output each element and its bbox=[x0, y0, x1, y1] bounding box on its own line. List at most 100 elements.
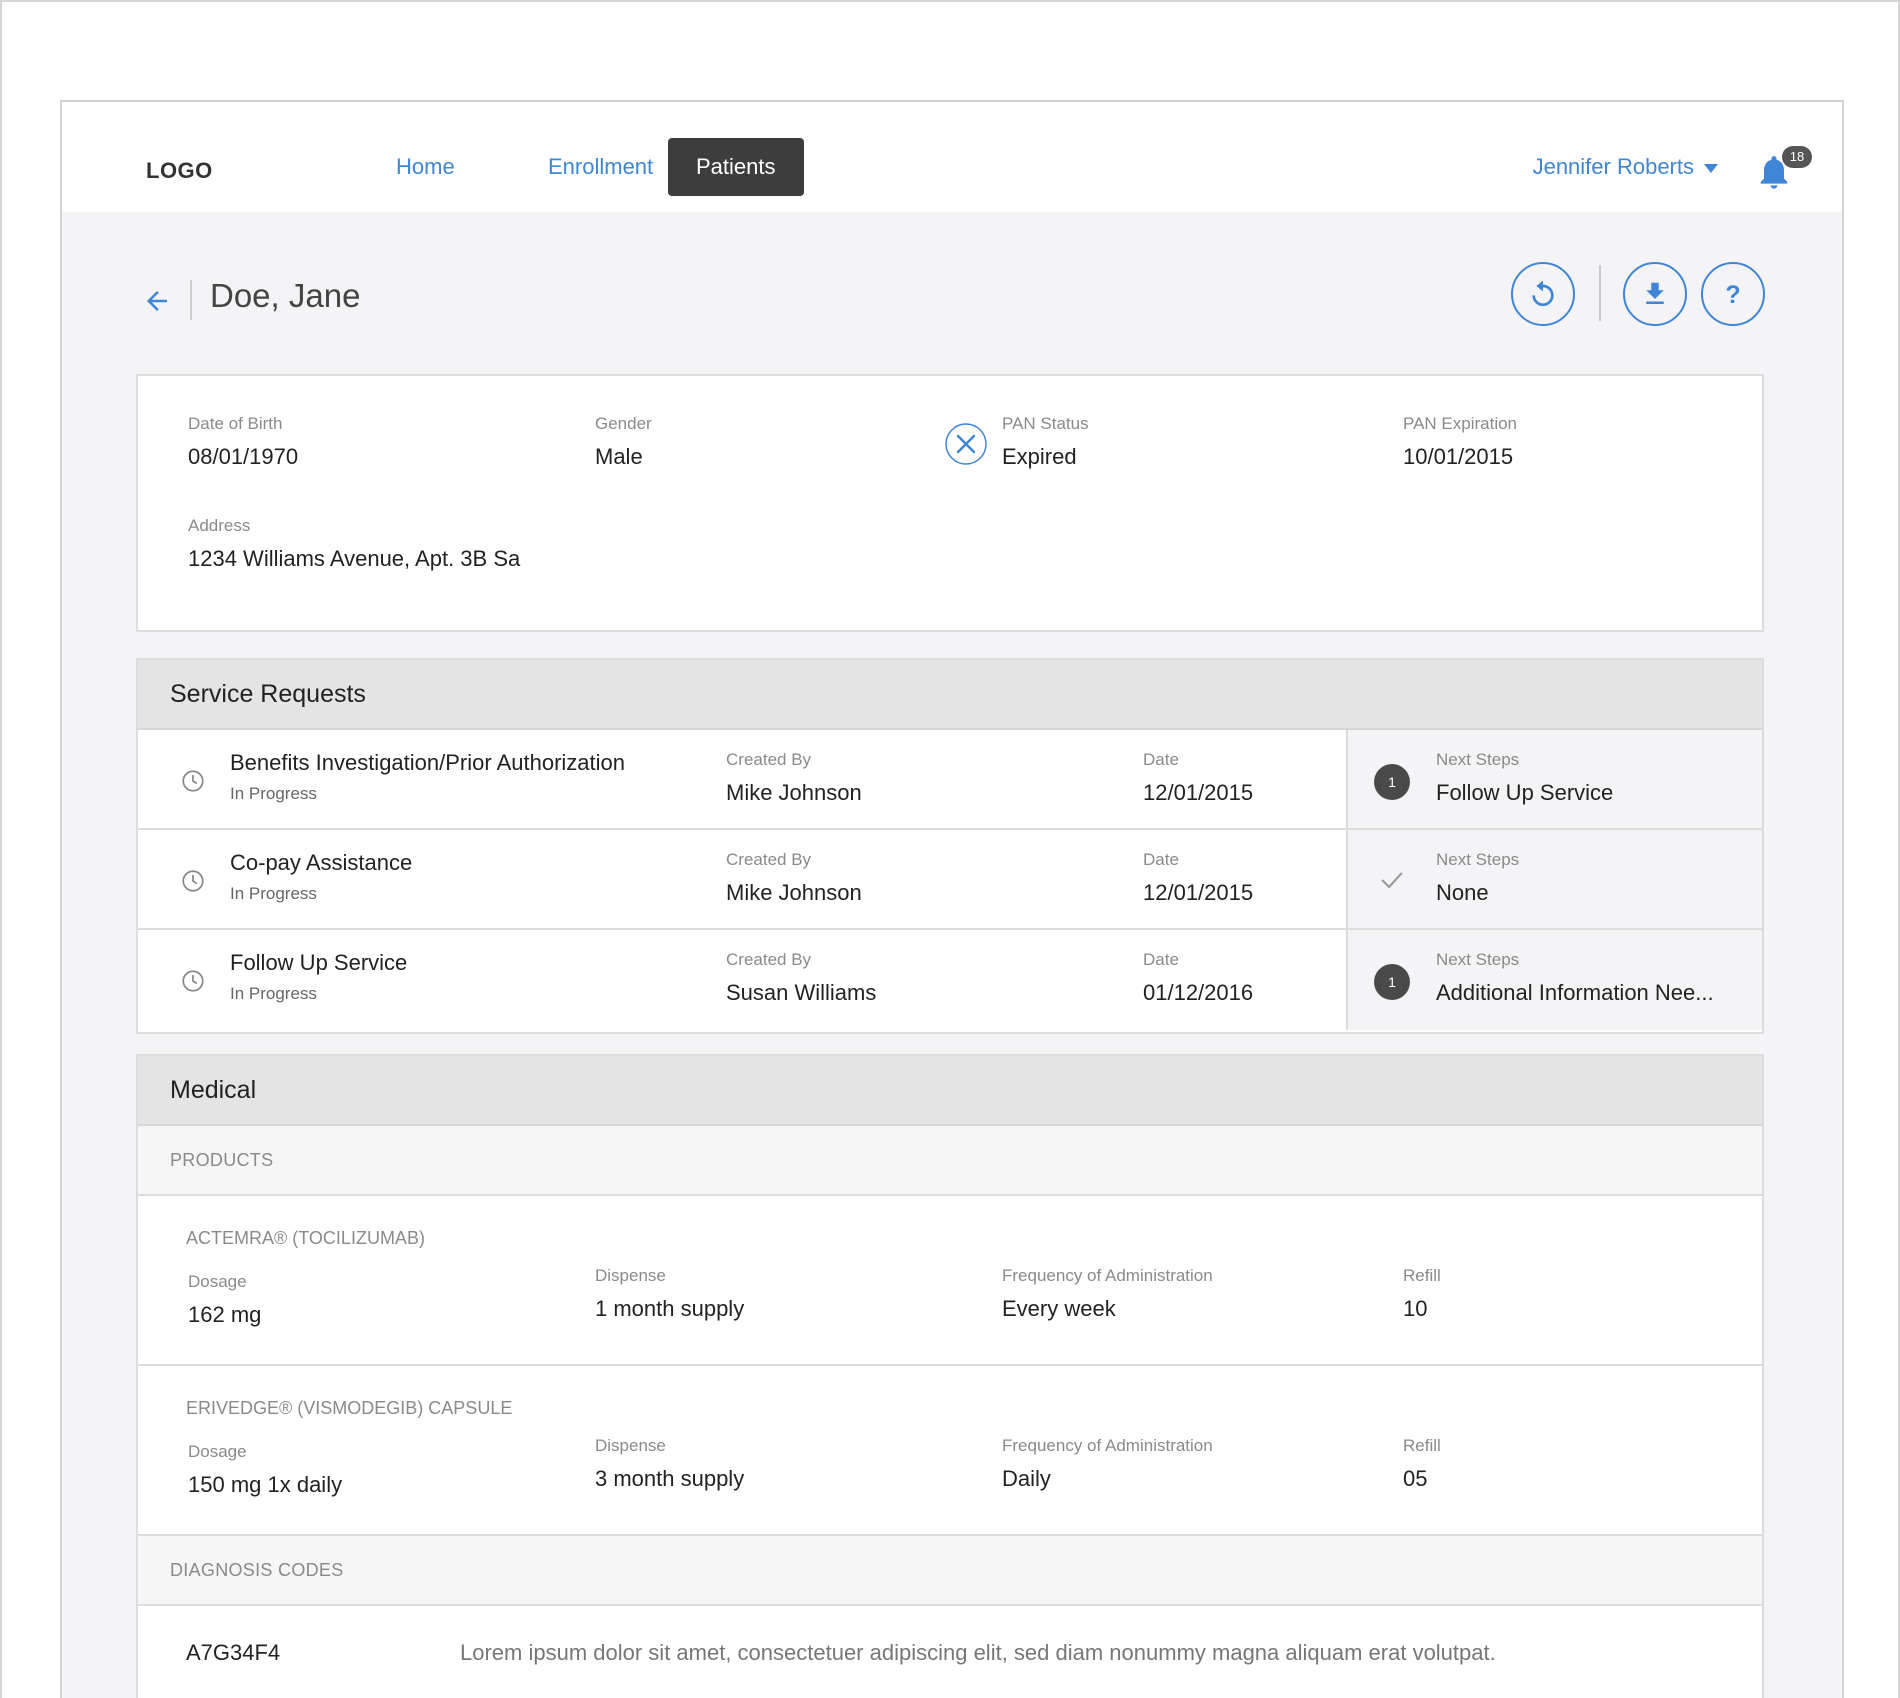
dob-label: Date of Birth bbox=[188, 414, 283, 433]
page-title: Doe, Jane bbox=[210, 277, 361, 314]
step-count-badge: 1 bbox=[1374, 964, 1410, 1000]
diagnosis-description: Lorem ipsum dolor sit amet, consectetuer… bbox=[460, 1640, 1496, 1665]
next-steps-cell[interactable]: 1 Next Steps Additional Information Nee.… bbox=[1346, 930, 1762, 1030]
dispense-value: 3 month supply bbox=[595, 1466, 745, 1491]
product-name: ERIVEDGE® (VISMODEGIB) CAPSULE bbox=[186, 1398, 513, 1418]
next-steps-value: Follow Up Service bbox=[1436, 780, 1614, 805]
created-by-value: Mike Johnson bbox=[726, 880, 862, 905]
toolbar-divider bbox=[1599, 265, 1601, 321]
clock-icon bbox=[182, 870, 204, 892]
clock-icon bbox=[182, 970, 204, 992]
notification-badge: 18 bbox=[1782, 146, 1812, 168]
top-header: LOGO Home Enrollment Patients Jennifer R… bbox=[62, 102, 1842, 212]
frequency-label: Frequency of Administration bbox=[1002, 1266, 1213, 1285]
created-by-label: Created By bbox=[726, 950, 812, 969]
diagnosis-code: A7G34F4 bbox=[186, 1640, 281, 1665]
request-title[interactable]: Benefits Investigation/Prior Authorizati… bbox=[230, 750, 625, 776]
nav-enrollment[interactable]: Enrollment bbox=[520, 138, 681, 196]
dispense-label: Dispense bbox=[595, 1266, 666, 1285]
title-divider bbox=[190, 280, 192, 320]
dispense-label: Dispense bbox=[595, 1436, 666, 1455]
next-steps-label: Next Steps bbox=[1436, 950, 1520, 969]
next-steps-cell[interactable]: Next Steps None bbox=[1346, 830, 1762, 928]
service-request-row[interactable]: Benefits Investigation/Prior Authorizati… bbox=[138, 730, 1762, 830]
date-label: Date bbox=[1143, 950, 1179, 969]
download-icon bbox=[1646, 282, 1664, 304]
request-status: In Progress bbox=[230, 884, 317, 903]
clock-icon bbox=[182, 770, 204, 792]
frequency-label: Frequency of Administration bbox=[1002, 1436, 1213, 1455]
step-count-badge: 1 bbox=[1374, 764, 1410, 800]
close-circle-icon bbox=[945, 423, 987, 465]
next-steps-label: Next Steps bbox=[1436, 750, 1520, 769]
diagnosis-subheader: DIAGNOSIS CODES bbox=[138, 1536, 1762, 1606]
dob-value: 08/01/1970 bbox=[188, 444, 299, 469]
next-steps-label: Next Steps bbox=[1436, 850, 1520, 869]
pan-status-value: Expired bbox=[1002, 444, 1077, 469]
checkmark-icon bbox=[1381, 872, 1403, 889]
service-request-row[interactable]: Co-pay Assistance In Progress Created By… bbox=[138, 830, 1762, 930]
frequency-value: Daily bbox=[1002, 1466, 1051, 1491]
app-window: LOGO Home Enrollment Patients Jennifer R… bbox=[60, 100, 1844, 1698]
gender-label: Gender bbox=[595, 414, 652, 433]
product-item: ACTEMRA® (TOCILIZUMAB) Dosage 162 mg Dis… bbox=[138, 1196, 1762, 1366]
help-button[interactable]: ? bbox=[1701, 262, 1765, 326]
date-label: Date bbox=[1143, 850, 1179, 869]
refresh-button[interactable] bbox=[1511, 262, 1575, 326]
address-label: Address bbox=[188, 516, 251, 535]
service-requests-header: Service Requests bbox=[138, 660, 1762, 730]
refill-value: 10 bbox=[1403, 1296, 1428, 1321]
created-by-value: Mike Johnson bbox=[726, 780, 862, 805]
frequency-value: Every week bbox=[1002, 1296, 1116, 1321]
refill-label: Refill bbox=[1403, 1436, 1441, 1455]
service-request-row[interactable]: Follow Up Service In Progress Created By… bbox=[138, 930, 1762, 1030]
service-requests-card: Service Requests Benefits Investigation/… bbox=[136, 658, 1764, 1034]
diagnosis-row: A7G34F4 Lorem ipsum dolor sit amet, cons… bbox=[138, 1606, 1762, 1698]
refill-value: 05 bbox=[1403, 1466, 1428, 1491]
date-value: 01/12/2016 bbox=[1143, 980, 1254, 1005]
patient-info-card: Date of Birth 08/01/1970 Gender Male PAN… bbox=[136, 374, 1764, 632]
dosage-label: Dosage bbox=[188, 1272, 247, 1291]
user-name: Jennifer Roberts bbox=[1532, 154, 1694, 179]
created-by-label: Created By bbox=[726, 750, 812, 769]
back-arrow-icon[interactable] bbox=[142, 286, 172, 316]
dosage-label: Dosage bbox=[188, 1442, 247, 1461]
date-label: Date bbox=[1143, 750, 1179, 769]
request-status: In Progress bbox=[230, 784, 317, 803]
medical-card: Medical PRODUCTS ACTEMRA® (TOCILIZUMAB) … bbox=[136, 1054, 1764, 1698]
next-steps-cell[interactable]: 1 Next Steps Follow Up Service bbox=[1346, 730, 1762, 828]
download-button[interactable] bbox=[1623, 262, 1687, 326]
nav-patients[interactable]: Patients bbox=[668, 138, 804, 196]
nav-home[interactable]: Home bbox=[368, 138, 483, 196]
created-by-value: Susan Williams bbox=[726, 980, 877, 1005]
user-menu[interactable]: Jennifer Roberts bbox=[1533, 154, 1718, 180]
section-title: Medical bbox=[170, 1076, 257, 1104]
gender-value: Male bbox=[595, 444, 643, 469]
date-value: 12/01/2015 bbox=[1143, 880, 1254, 905]
next-steps-value: Additional Information Nee... bbox=[1436, 980, 1714, 1005]
pan-expiration-label: PAN Expiration bbox=[1403, 414, 1518, 433]
logo: LOGO bbox=[146, 158, 213, 183]
section-title: Service Requests bbox=[170, 680, 366, 708]
product-item: ERIVEDGE® (VISMODEGIB) CAPSULE Dosage 15… bbox=[138, 1366, 1762, 1536]
pan-status-label: PAN Status bbox=[1002, 414, 1089, 433]
refill-label: Refill bbox=[1403, 1266, 1441, 1285]
next-steps-value: None bbox=[1436, 880, 1489, 905]
request-title[interactable]: Follow Up Service bbox=[230, 950, 407, 976]
caret-down-icon bbox=[1704, 164, 1718, 173]
created-by-label: Created By bbox=[726, 850, 812, 869]
refresh-icon bbox=[1532, 280, 1554, 306]
request-title[interactable]: Co-pay Assistance bbox=[230, 850, 412, 876]
svg-text:?: ? bbox=[1725, 281, 1740, 309]
date-value: 12/01/2015 bbox=[1143, 780, 1254, 805]
diagnosis-label: DIAGNOSIS CODES bbox=[170, 1560, 344, 1580]
request-status: In Progress bbox=[230, 984, 317, 1003]
products-subheader: PRODUCTS bbox=[138, 1126, 1762, 1196]
address-value: 1234 Williams Avenue, Apt. 3B Sa bbox=[188, 546, 521, 571]
product-name: ACTEMRA® (TOCILIZUMAB) bbox=[186, 1228, 425, 1248]
dispense-value: 1 month supply bbox=[595, 1296, 745, 1321]
dosage-value: 162 mg bbox=[188, 1302, 262, 1327]
pan-expiration-value: 10/01/2015 bbox=[1403, 444, 1514, 469]
products-label: PRODUCTS bbox=[170, 1150, 274, 1170]
dosage-value: 150 mg 1x daily bbox=[188, 1472, 343, 1497]
